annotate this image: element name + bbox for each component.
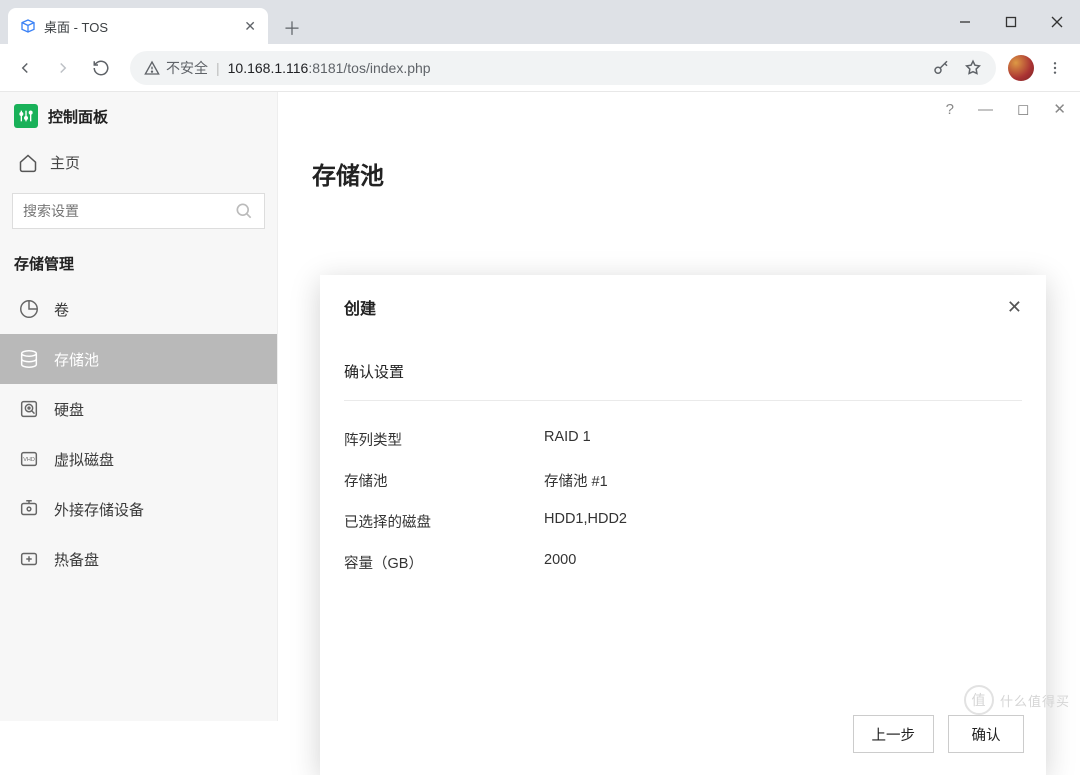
label: 存储池	[344, 470, 544, 491]
dialog-title: 创建	[344, 295, 376, 319]
browser-toolbar: 不安全 | 10.168.1.116:8181/tos/index.php	[0, 44, 1080, 92]
security-label: 不安全	[166, 58, 208, 78]
control-panel-icon	[14, 104, 38, 128]
pie-icon	[18, 298, 40, 320]
label: 阵列类型	[344, 429, 544, 450]
vhd-icon: VHD	[18, 448, 40, 470]
sidebar-item-disk[interactable]: 硬盘	[0, 384, 277, 434]
star-icon[interactable]	[964, 59, 982, 77]
nav-label: 卷	[54, 299, 69, 320]
window-maximize-icon[interactable]	[988, 0, 1034, 44]
nav-reload-button[interactable]	[84, 51, 118, 85]
panel-title: 控制面板	[48, 106, 108, 127]
new-tab-button[interactable]: ＋	[276, 12, 308, 44]
section-storage-title: 存储管理	[0, 231, 277, 284]
nav-label: 硬盘	[54, 399, 84, 420]
dialog-footer: 上一步 确认	[320, 697, 1046, 775]
value: 2000	[544, 552, 576, 573]
sidebar-item-virtual-disk[interactable]: VHD 虚拟磁盘	[0, 434, 277, 484]
settings-table: 阵列类型 RAID 1 存储池 存储池 #1 已选择的磁盘 HDD1,HDD2 …	[344, 401, 1022, 583]
address-bar[interactable]: 不安全 | 10.168.1.116:8181/tos/index.php	[130, 51, 996, 85]
dialog-section-title: 确认设置	[344, 349, 1022, 401]
svg-text:VHD: VHD	[23, 457, 35, 463]
home-icon	[18, 153, 38, 173]
hotspare-icon	[18, 548, 40, 570]
page-title: 存储池	[312, 156, 1046, 191]
sidebar-item-home[interactable]: 主页	[0, 142, 277, 183]
tab-title: 桌面 - TOS	[44, 17, 108, 36]
window-controls	[942, 0, 1080, 44]
tab-close-icon[interactable]: ✕	[244, 18, 256, 35]
watermark-text: 什么值得买	[1000, 691, 1070, 710]
value: HDD1,HDD2	[544, 511, 627, 532]
key-icon[interactable]	[932, 59, 950, 77]
row-disks: 已选择的磁盘 HDD1,HDD2	[344, 501, 1022, 542]
label: 已选择的磁盘	[344, 511, 544, 532]
sidebar-item-volume[interactable]: 卷	[0, 284, 277, 334]
url-text: 10.168.1.116:8181/tos/index.php	[228, 60, 431, 76]
window-close-icon[interactable]	[1034, 0, 1080, 44]
database-icon	[18, 348, 40, 370]
sidebar: 控制面板 主页 存储管理 卷 存储池 硬盘 VHD 虚拟磁盘	[0, 92, 278, 721]
search-icon	[234, 201, 254, 221]
row-capacity: 容量（GB） 2000	[344, 542, 1022, 583]
row-pool: 存储池 存储池 #1	[344, 460, 1022, 501]
watermark-icon: 值	[964, 685, 994, 715]
dialog-close-icon[interactable]: ✕	[1007, 297, 1022, 318]
search-input[interactable]	[23, 203, 234, 219]
sidebar-item-storage-pool[interactable]: 存储池	[0, 334, 277, 384]
search-box[interactable]	[12, 193, 265, 229]
nav-label: 热备盘	[54, 549, 99, 570]
window-minimize-icon[interactable]	[942, 0, 988, 44]
value: 存储池 #1	[544, 470, 608, 491]
warning-triangle-icon	[144, 60, 160, 76]
watermark: 值 什么值得买	[964, 685, 1070, 715]
sidebar-item-external-storage[interactable]: 外接存储设备	[0, 484, 277, 534]
profile-avatar[interactable]	[1008, 55, 1034, 81]
browser-tab-bar: 桌面 - TOS ✕ ＋	[0, 0, 1080, 44]
nav-label: 存储池	[54, 349, 99, 370]
nav-label: 外接存储设备	[54, 499, 144, 520]
omnibox-separator: |	[216, 60, 220, 76]
row-array-type: 阵列类型 RAID 1	[344, 419, 1022, 460]
tab-favicon-icon	[20, 18, 36, 34]
panel-header: 控制面板	[0, 92, 277, 142]
sidebar-item-hot-spare[interactable]: 热备盘	[0, 534, 277, 584]
security-warning: 不安全	[144, 58, 208, 78]
hdd-icon	[18, 398, 40, 420]
nav-forward-button[interactable]	[46, 51, 80, 85]
app-content: ? — ◻ ✕ 控制面板 主页 存储管理 卷 存	[0, 92, 1080, 721]
browser-tab[interactable]: 桌面 - TOS ✕	[8, 8, 268, 44]
browser-menu-button[interactable]	[1038, 60, 1072, 76]
value: RAID 1	[544, 429, 591, 450]
dialog-header: 创建 ✕	[320, 275, 1046, 339]
nav-label: 虚拟磁盘	[54, 449, 114, 470]
home-label: 主页	[50, 152, 80, 173]
nav-back-button[interactable]	[8, 51, 42, 85]
label: 容量（GB）	[344, 552, 544, 573]
external-icon	[18, 498, 40, 520]
dialog-body: 确认设置 阵列类型 RAID 1 存储池 存储池 #1 已选择的磁盘 HDD1,…	[320, 339, 1046, 697]
search-wrap	[0, 183, 277, 231]
create-dialog: 创建 ✕ 确认设置 阵列类型 RAID 1 存储池 存储池 #1 已选择的磁盘 …	[320, 275, 1046, 775]
